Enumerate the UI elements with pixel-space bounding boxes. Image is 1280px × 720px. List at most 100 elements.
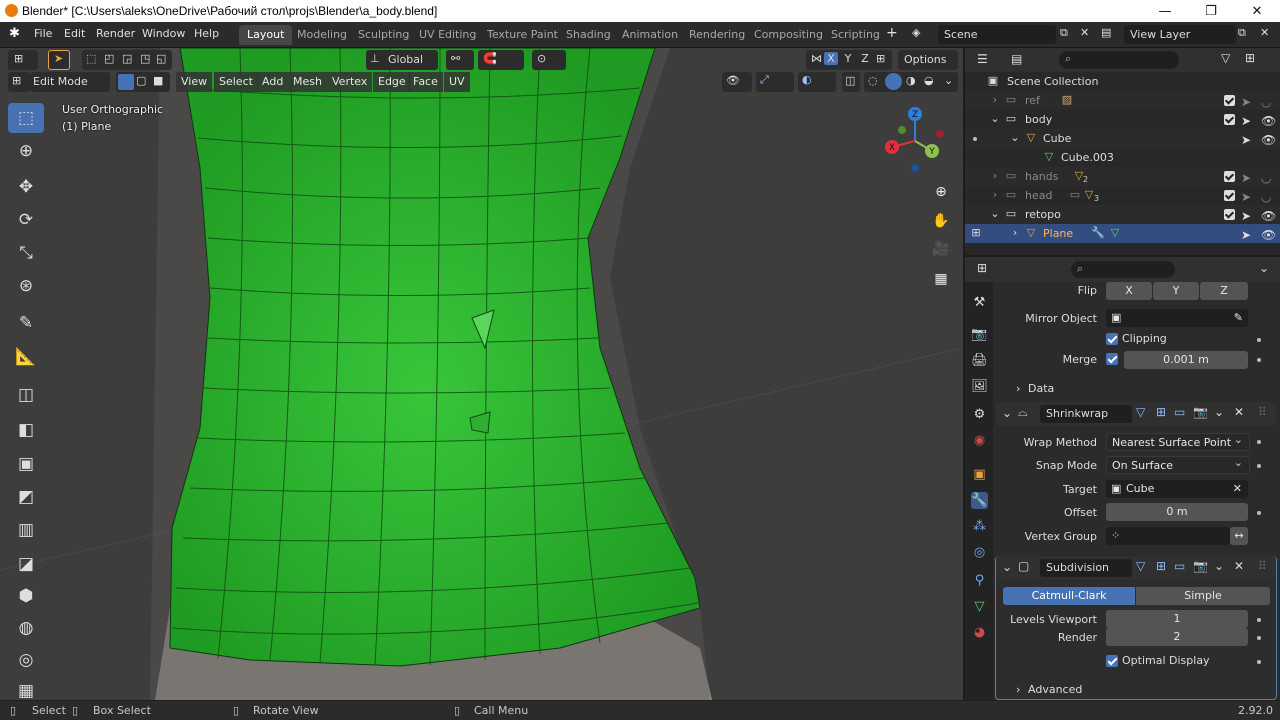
new-collection-icon[interactable]: ⊞ [1245,51,1255,65]
scene-field[interactable]: Scene [938,25,1056,44]
edit-mode-display-icon[interactable]: ⊞ [1156,559,1166,573]
eyedropper-icon[interactable]: ✎ [1234,309,1243,327]
menu-add[interactable]: Add [257,72,289,92]
body-exclude-checkbox[interactable] [1224,114,1235,125]
shrinkwrap-name-field[interactable]: Shrinkwrap [1040,405,1132,423]
material-tab-icon[interactable]: ◕ [971,624,988,641]
outliner-row-cube[interactable]: ⌄ ▽ Cube ➤ 👁 [965,129,1280,148]
xray-toggle[interactable]: ◫ [842,72,860,92]
measure-tool-icon[interactable]: 📐 [8,342,44,372]
expand-arrow-icon[interactable]: ⌄ [989,113,1001,125]
simple-button[interactable]: Simple [1136,587,1270,605]
render-display-icon[interactable]: 📷 [1193,559,1208,573]
expand-arrow-icon[interactable]: ⌄ [1009,132,1021,144]
scene-tab-icon[interactable]: ⚙ [971,406,988,423]
tab-rendering[interactable]: Rendering [681,25,753,45]
render-tab-icon[interactable]: 📷 [971,326,988,343]
menu-edit[interactable]: Edit [64,27,85,40]
panel-options-icon[interactable]: ⌄ [1259,261,1269,275]
3d-viewport[interactable]: ⬚ ⊕ ✥ ⟳ ⤡ ⊛ ✎ 📐 ◫ ◧ ▣ ◩ ▥ ◪ ⬢ ◍ ◎ ▦ User… [0,48,963,700]
menu-uv[interactable]: UV [444,72,470,92]
tab-uv-editing[interactable]: UV Editing [411,25,484,45]
outliner-search-input[interactable]: ⌕ [1059,51,1179,69]
editor-type-button[interactable]: ⊞ [8,50,38,70]
edit-mode-display-icon[interactable]: ⊞ [1156,405,1166,419]
snap-toggle[interactable]: 🧲 [478,50,524,70]
add-workspace-icon[interactable]: + [886,25,898,41]
properties-search-input[interactable]: ⌕ [1071,261,1175,278]
editor-type-button-2[interactable]: ⊞ [8,72,30,92]
menu-select[interactable]: Select [214,72,258,92]
poly-build-tool-icon[interactable]: ⬢ [8,581,44,611]
axis-x-toggle[interactable]: X [824,52,838,65]
shear-tool-icon[interactable]: ▦ [8,676,44,700]
inset-tool-icon[interactable]: ▣ [8,449,44,479]
menu-help[interactable]: Help [194,27,219,40]
scene-icon[interactable]: ◈ [912,26,920,39]
rendered-shading-icon[interactable]: ◒ [924,74,934,87]
modifier-tab-icon[interactable]: 🔧 [971,492,988,509]
visibility-dropdown[interactable]: 👁 [722,72,752,92]
snap-mode-dropdown[interactable]: On Surface [1106,454,1250,474]
shrinkwrap-modifier-header[interactable]: ⌄ ⌓ Shrinkwrap ▽ ⊞ ▭ 📷 ⌄ ✕ ⠿ [996,402,1276,426]
transform-tool-icon[interactable]: ⊛ [8,271,44,301]
menu-vertex[interactable]: Vertex [327,72,373,92]
snap-mode-anim-dot[interactable] [1257,464,1261,468]
tab-layout[interactable]: Layout [239,25,293,45]
outliner-row-body[interactable]: ⌄ ▭ body ➤ 👁 [965,110,1280,129]
merge-distance-field[interactable]: 0.001 m [1124,351,1248,369]
optimal-anim-dot[interactable] [1257,660,1261,664]
view-layer-field[interactable]: View Layer [1124,25,1236,44]
expand-arrow-icon[interactable]: › [989,189,1001,201]
rotate-tool-icon[interactable]: ⟳ [8,205,44,235]
retopo-exclude-checkbox[interactable] [1224,209,1235,220]
merge-checkbox[interactable] [1106,353,1118,365]
outliner-row-retopo[interactable]: ⌄ ▭ retopo ➤ 👁 [965,205,1280,224]
mode-dropdown[interactable]: Edit Mode [30,72,110,92]
hands-exclude-checkbox[interactable] [1224,171,1235,182]
view-layer-icon[interactable]: ▤ [1101,26,1111,39]
data-tab-icon[interactable]: ▽ [971,598,988,615]
merge-anim-dot[interactable] [1257,358,1261,362]
scene-collection-row[interactable]: ▣ Scene Collection [965,72,1280,91]
modifier-remove-icon[interactable]: ✕ [1234,559,1244,573]
gizmo-toggle[interactable]: ⤢ [756,72,794,92]
levels-viewport-field[interactable]: 1 [1106,610,1248,628]
collapse-arrow-icon[interactable]: ⌄ [1002,406,1012,420]
orientation-dropdown[interactable]: ⊥ Global [366,50,438,70]
head-exclude-checkbox[interactable] [1224,190,1235,201]
flip-y-button[interactable]: Y [1153,282,1199,300]
shading-options-icon[interactable]: ⌄ [944,74,953,87]
advanced-subpanel-label[interactable]: Advanced [1028,683,1082,696]
offset-field[interactable]: 0 m [1106,503,1248,521]
tab-animation[interactable]: Animation [614,25,686,45]
clear-target-icon[interactable]: ✕ [1233,480,1242,498]
output-tab-icon[interactable]: 🖨 [971,352,988,369]
close-button[interactable]: ✕ [1234,0,1280,22]
object-tab-icon[interactable]: ▣ [971,466,988,483]
axis-y-toggle[interactable]: Y [841,52,855,65]
outliner-row-cube003[interactable]: ▽ Cube.003 [965,148,1280,167]
wrap-method-dropdown[interactable]: Nearest Surface Point [1106,431,1250,451]
overlay-toggle[interactable]: ◐ [798,72,836,92]
physics-tab-icon[interactable]: ◎ [971,544,988,561]
flip-z-button[interactable]: Z [1200,282,1248,300]
menu-render[interactable]: Render [96,27,135,40]
knife-tool-icon[interactable]: ◪ [8,549,44,579]
material-shading-icon[interactable]: ◑ [906,74,916,87]
select-tool-button[interactable]: ➤ [48,50,70,70]
solid-shading-icon[interactable] [885,73,902,90]
proportional-edit-toggle[interactable]: ⊙ [532,50,566,70]
subdivision-modifier-header[interactable]: ⌄ ▢ Subdivision ▽ ⊞ ▭ 📷 ⌄ ✕ ⠿ [996,556,1276,580]
tab-texture-paint[interactable]: Texture Paint [479,25,566,45]
modifier-dropdown-icon[interactable]: ⌄ [1214,405,1224,419]
menu-mesh[interactable]: Mesh [288,72,327,92]
modifier-remove-icon[interactable]: ✕ [1234,405,1244,419]
edit-cage-icon[interactable]: ▽ [1136,405,1145,419]
offset-anim-dot[interactable] [1257,511,1261,515]
menu-face[interactable]: Face [408,72,443,92]
data-subpanel-label[interactable]: Data [1028,382,1054,395]
mesh-symmetry[interactable]: ⋈ X Y Z ⊞ [806,50,892,70]
edge-select-icon[interactable]: ▢ [136,74,146,87]
particles-tab-icon[interactable]: ⁂ [971,518,988,535]
